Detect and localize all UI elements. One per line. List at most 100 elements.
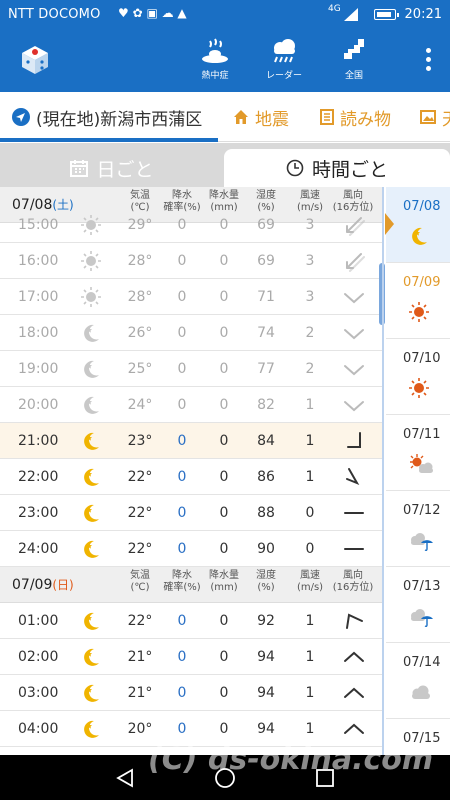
wind-direction-icon (343, 646, 365, 668)
precip-probability: 0 (177, 721, 187, 737)
temperature: 21° (127, 649, 153, 665)
precip-probability: 0 (177, 397, 187, 413)
precip-amount: 0 (219, 397, 229, 413)
house-icon (234, 110, 248, 124)
temperature: 22° (127, 505, 153, 521)
app-logo-icon[interactable] (20, 45, 50, 75)
heatstroke-label: 熱中症 (201, 71, 229, 81)
moon-icon (80, 646, 102, 668)
date-list-date: 07/11 (403, 427, 441, 442)
hourly-forecast-table[interactable]: 07/08(土) 気温 (℃) 降水 確率(%) 降水量 (mm) 湿度 (%) 風速 (m/s) 風… (0, 187, 382, 755)
sun-icon (408, 301, 434, 325)
app-header: 熱中症 レーダー 全国 (0, 30, 450, 92)
day-header: 07/09(日) 気温 (℃) 降水 確率(%) 降水量 (mm) 湿度 (%) 風速 (m/s) 風… (0, 567, 382, 603)
watermark: (C) ds-okina.com (148, 742, 434, 777)
forecast-row: 19:00 25° 0 0 77 2 (0, 351, 382, 387)
wind-speed: 0 (305, 541, 315, 557)
date-list-item[interactable]: 07/10 (386, 339, 450, 415)
precip-probability: 0 (177, 253, 187, 269)
wind-direction-icon (343, 682, 365, 704)
date-list-item[interactable]: 07/08 (386, 187, 450, 263)
location-tabs: (現在地)新潟市西蒲区 地震 読み物 天 (0, 92, 450, 142)
row-time: 21:00 (18, 433, 59, 449)
tab-articles-label: 読み物 (340, 109, 391, 130)
humidity: 94 (257, 649, 275, 665)
radar-cloud-icon (274, 39, 295, 63)
precip-amount: 0 (219, 361, 229, 377)
date-list-item[interactable]: 07/11 (386, 415, 450, 491)
date-list-item[interactable]: 07/09 (386, 263, 450, 339)
location-arrow-icon (12, 108, 30, 126)
tab-daily[interactable]: 日ごと (0, 149, 224, 187)
wind-speed: 1 (305, 685, 315, 701)
back-icon[interactable] (114, 767, 136, 789)
view-tabs: 日ごと 時間ごと (0, 143, 450, 187)
temperature: 29° (127, 217, 153, 233)
nationwide-button[interactable]: 全国 (326, 36, 382, 88)
humidity: 69 (257, 253, 275, 269)
article-icon (320, 109, 334, 125)
date-list-date: 07/10 (403, 351, 441, 366)
column-header: 降水量 (mm) (209, 570, 239, 593)
precip-amount: 0 (219, 721, 229, 737)
wind-direction-icon (343, 718, 365, 740)
date-list-date: 07/13 (403, 579, 441, 594)
wind-direction-icon (343, 358, 365, 380)
moon-icon (80, 682, 102, 704)
moon-icon (80, 538, 102, 560)
date-selector-list[interactable]: 07/08 07/09 07/10 07/11 07/12 07/13 07/14 07/15 (386, 187, 450, 755)
temperature: 23° (127, 433, 153, 449)
row-time: 01:00 (18, 613, 59, 629)
heatstroke-button[interactable]: 熱中症 (187, 36, 243, 88)
row-time: 24:00 (18, 541, 59, 557)
moon-icon (80, 610, 102, 632)
forecast-row: 17:00 28° 0 0 71 3 (0, 279, 382, 315)
wind-direction-icon (343, 430, 365, 452)
tab-hourly[interactable]: 時間ごと (224, 149, 450, 187)
wind-speed: 3 (305, 253, 315, 269)
row-time: 02:00 (18, 649, 59, 665)
tab-earthquake[interactable]: 地震 (233, 92, 289, 141)
tab-current-location-label: (現在地)新潟市西蒲区 (36, 109, 203, 130)
row-time: 15:00 (18, 217, 59, 233)
precip-probability: 0 (177, 505, 187, 521)
temperature: 22° (127, 469, 153, 485)
wind-speed: 1 (305, 613, 315, 629)
date-list-item[interactable]: 07/12 (386, 491, 450, 567)
wind-speed: 1 (305, 397, 315, 413)
forecast-row: 20:00 24° 0 0 82 1 (0, 387, 382, 423)
humidity: 71 (257, 289, 275, 305)
temperature: 22° (127, 541, 153, 557)
temperature: 28° (127, 253, 153, 269)
precip-probability: 0 (177, 361, 187, 377)
precip-amount: 0 (219, 433, 229, 449)
precip-amount: 0 (219, 649, 229, 665)
moon-icon (80, 430, 102, 452)
forecast-row: 03:00 21° 0 0 94 1 (0, 675, 382, 711)
tab-articles[interactable]: 読み物 (320, 92, 391, 141)
nationwide-label: 全国 (344, 71, 363, 81)
precip-probability: 0 (177, 325, 187, 341)
carrier-name: NTT DOCOMO (8, 7, 101, 22)
date-list-item[interactable]: 07/13 (386, 567, 450, 643)
humidity: 84 (257, 433, 275, 449)
forecast-row: 16:00 28° 0 0 69 3 (0, 243, 382, 279)
humidity: 90 (257, 541, 275, 557)
wind-direction-icon (343, 466, 365, 488)
sun-cloud-icon (408, 453, 434, 477)
temperature: 20° (127, 721, 153, 737)
wind-speed: 2 (305, 361, 315, 377)
tab-weather-photo[interactable]: 天 (420, 92, 450, 141)
moon-icon (408, 225, 434, 249)
radar-button[interactable]: レーダー (256, 36, 312, 88)
active-tab-indicator (0, 138, 218, 142)
day-date: 07/09(日) (12, 577, 74, 593)
humidity: 92 (257, 613, 275, 629)
precip-amount: 0 (219, 505, 229, 521)
date-list-date: 07/14 (403, 655, 441, 670)
tab-current-location[interactable]: (現在地)新潟市西蒲区 (12, 92, 203, 141)
overflow-menu-icon[interactable] (424, 48, 432, 72)
date-list-item[interactable]: 07/14 (386, 643, 450, 719)
humidity: 86 (257, 469, 275, 485)
sun-icon (80, 286, 102, 308)
